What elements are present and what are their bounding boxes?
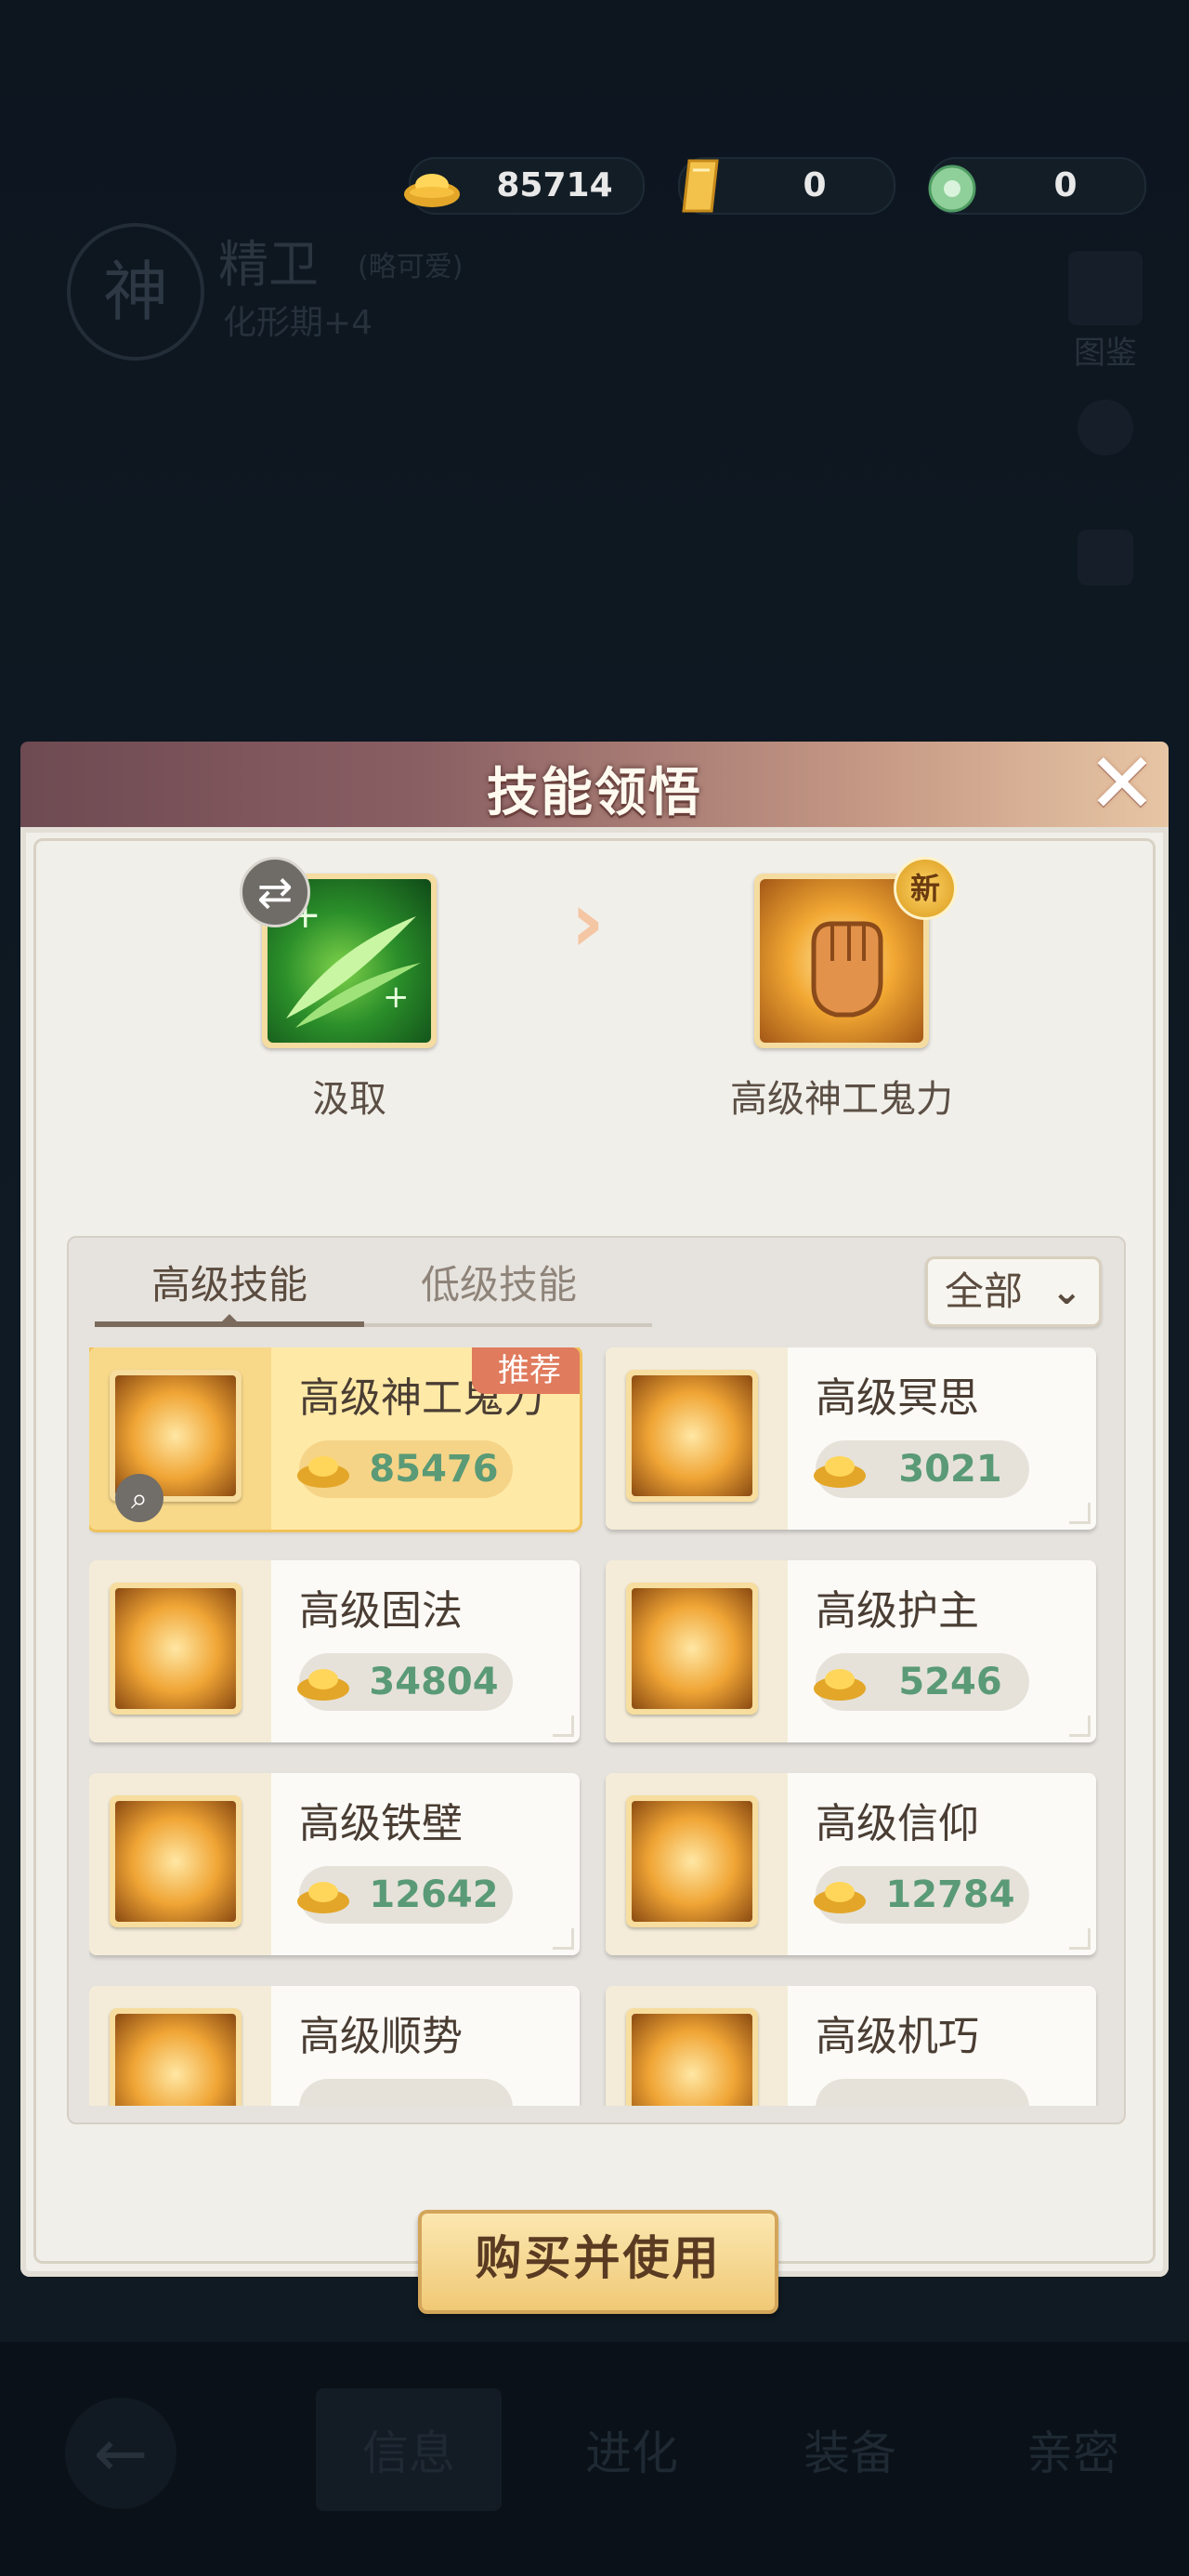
skill-card[interactable]: 高级护主 5246 (606, 1560, 1096, 1742)
currency-gold-ingot[interactable]: 85714 (404, 157, 645, 215)
gold-ingot-icon (297, 1669, 349, 1701)
skill-name: 高级固法 (299, 1587, 463, 1635)
price-pill: 3021 (814, 1440, 1029, 1498)
dialog-title: 技能领悟 (487, 763, 702, 823)
book-icon (1068, 251, 1143, 325)
side-button-edit[interactable] (1059, 530, 1152, 585)
jade-icon (928, 164, 976, 213)
currency-gold-bar-value: 0 (803, 166, 827, 204)
skill-price: 34804 (369, 1661, 499, 1703)
gold-ingot-icon (814, 1882, 866, 1913)
filter-label: 全部 (945, 1268, 1024, 1314)
dialog-body: + + ⇄ 汲取 › 新 高级神工鬼力 高级技能 低级技能 全部 ⌄ ⌕ 高级神… (20, 827, 1169, 2314)
meditate-icon (626, 1370, 758, 1502)
recommend-tag: 推荐 (472, 1347, 580, 1394)
currency-jade[interactable]: 0 (928, 157, 1146, 215)
skill-card[interactable]: 高级固法 34804 (89, 1560, 580, 1742)
skill-name: 高级铁壁 (299, 1800, 463, 1847)
devil-flag-icon (110, 2008, 242, 2106)
price-pill: 12784 (814, 1866, 1029, 1924)
buy-and-use-button[interactable]: 购买并使用 (418, 2210, 778, 2314)
skill-name: 高级信仰 (816, 1800, 979, 1847)
pet-name: 精卫 (218, 235, 319, 294)
lock-icon (1078, 400, 1133, 455)
tab-advanced-skills[interactable]: 高级技能 (95, 1253, 364, 1318)
skill-card[interactable]: ⌕ 高级神工鬼力 推荐 85476 (89, 1347, 580, 1530)
heart-hands-icon (626, 1583, 758, 1715)
currency-bar: 85714 0 0 (404, 153, 1152, 215)
price-pill: 12642 (297, 1866, 513, 1924)
dialog-header: 技能领悟 ✕ (20, 742, 1169, 827)
tab-info[interactable]: 信息 (316, 2388, 502, 2511)
tab-basic-skills[interactable]: 低级技能 (364, 1253, 634, 1318)
shield-fire-icon (110, 1583, 242, 1715)
target-skill-name: 高级神工鬼力 (730, 1078, 953, 1121)
skill-name: 高级护主 (816, 1587, 979, 1635)
gold-ingot-icon (404, 174, 460, 207)
side-button-lock[interactable] (1059, 400, 1152, 455)
price-pill (299, 2079, 513, 2106)
skill-price: 5246 (898, 1661, 1002, 1703)
svg-text:+: + (383, 979, 410, 1016)
gold-ingot-icon (814, 1669, 866, 1701)
pet-tag: (略可爱) (358, 251, 464, 283)
skill-list-panel: 高级技能 低级技能 全部 ⌄ ⌕ 高级神工鬼力 推荐 85476 高级冥思 30… (67, 1236, 1126, 2124)
price-pill (816, 2079, 1029, 2106)
filter-dropdown[interactable]: 全部 ⌄ (925, 1256, 1102, 1327)
tab-intimacy[interactable]: 亲密 (1026, 2416, 1119, 2483)
side-button-codex-label: 图鉴 (1074, 335, 1137, 372)
gold-bar-icon (682, 159, 719, 213)
currency-gold-bar[interactable]: 0 (678, 157, 895, 215)
chevron-down-icon: ⌄ (1051, 1270, 1082, 1313)
skill-price: 12784 (885, 1873, 1015, 1916)
skill-price: 85476 (369, 1448, 499, 1491)
gold-ingot-icon (297, 1882, 349, 1913)
price-pill: 34804 (297, 1653, 513, 1711)
close-icon[interactable]: ✕ (1085, 743, 1159, 826)
skill-name: 高级机巧 (816, 2013, 979, 2060)
skill-price: 3021 (898, 1448, 1002, 1491)
back-button[interactable]: ← (65, 2398, 176, 2509)
skill-card[interactable]: 高级机巧 (606, 1986, 1096, 2106)
bubble-shield-icon (110, 1795, 242, 1927)
skill-card[interactable]: 高级信仰 12784 (606, 1773, 1096, 1955)
skill-card[interactable]: 高级冥思 3021 (606, 1347, 1096, 1530)
skill-name: 高级顺势 (299, 2013, 463, 2060)
card-corner (1069, 1928, 1091, 1950)
new-badge: 新 (894, 857, 957, 920)
price-pill: 5246 (814, 1653, 1029, 1711)
skill-grid[interactable]: ⌕ 高级神工鬼力 推荐 85476 高级冥思 3021 高级固法 34804 高… (89, 1347, 1111, 2106)
price-pill: 85476 (297, 1440, 513, 1498)
skill-tabs: 高级技能 低级技能 (95, 1253, 671, 1327)
devil-arrow-icon (626, 1795, 758, 1927)
currency-gold-ingot-value: 85714 (496, 166, 613, 204)
tab-evolve[interactable]: 进化 (585, 2416, 678, 2483)
skill-learn-dialog: 技能领悟 ✕ + + ⇄ 汲取 › 新 高级神工鬼力 高级技能 低级技能 全部 … (20, 742, 1169, 2314)
skill-name: 高级冥思 (816, 1374, 979, 1422)
edit-icon (1078, 530, 1133, 585)
currency-jade-value: 0 (1053, 166, 1078, 204)
card-corner (1069, 1503, 1091, 1524)
card-corner (1069, 1715, 1091, 1737)
pet-stage: 化形期+4 (223, 304, 373, 342)
arrow-right-icon: › (570, 874, 606, 971)
swap-icon[interactable]: ⇄ (240, 857, 310, 927)
skill-card[interactable]: 高级铁壁 12642 (89, 1773, 580, 1955)
card-corner (553, 1715, 574, 1737)
gold-ingot-icon (814, 1456, 866, 1488)
tab-equip[interactable]: 装备 (804, 2416, 896, 2483)
pet-avatar[interactable]: 神 (67, 223, 204, 361)
skill-card[interactable]: 高级顺势 (89, 1986, 580, 2106)
devil-gadget-icon (626, 2008, 758, 2106)
side-button-codex[interactable]: 图鉴 (1059, 251, 1152, 373)
zoom-icon[interactable]: ⌕ (115, 1474, 163, 1522)
skill-price: 12642 (369, 1873, 499, 1916)
card-corner (553, 1928, 574, 1950)
source-skill-name: 汲取 (312, 1078, 386, 1121)
gold-ingot-icon (297, 1456, 349, 1488)
